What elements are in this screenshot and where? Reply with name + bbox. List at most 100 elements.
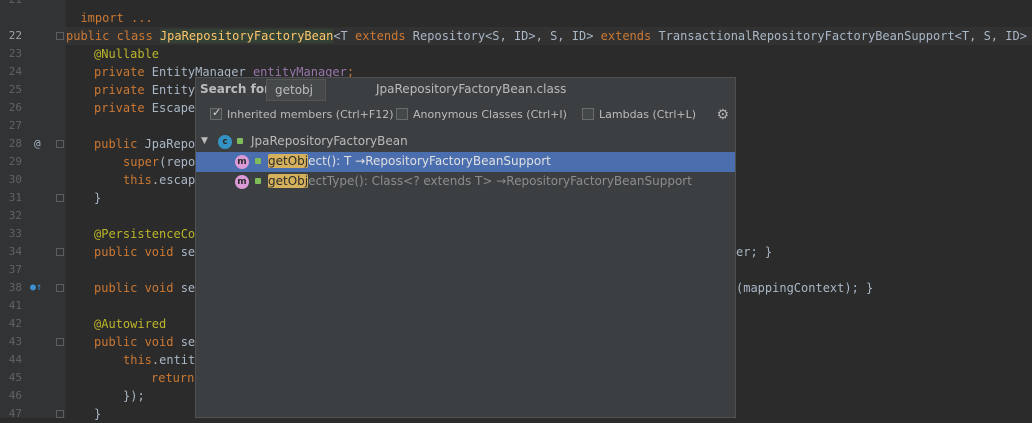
code-line[interactable]: public JpaRepos [94,135,202,153]
keyword: private [94,83,145,97]
annotation: @Autowired [94,317,167,331]
method-icon: m [235,155,249,169]
tree-class-node[interactable]: ▼ c JpaRepositoryFactoryBean [196,132,735,152]
code-text: Escape( [144,101,203,115]
fold-toggle-icon[interactable] [56,140,64,148]
at-annotation-icon[interactable]: @ [34,135,41,153]
code-text: JpaRepos [137,137,203,151]
class-icon: c [218,135,232,149]
method-signature: ect(): T →RepositoryFactoryBeanSupport [308,154,551,168]
line-number: 29 [8,155,22,168]
line-number: 47 [8,407,22,420]
code-line[interactable]: this.entity [123,351,202,369]
line-number: 28 [8,137,22,150]
code-line-tail[interactable]: (mappingContext); } [736,279,873,297]
keyword: public class [66,29,160,43]
method-signature: ectType(): Class<? extends T> →Repositor… [308,174,692,188]
line-number: 45 [8,371,22,384]
keyword: private [94,65,145,79]
option-label: Lambdas (Ctrl+L) [599,108,697,121]
line-number: 31 [8,191,22,204]
code-text: TransactionalRepositoryFactoryBeanSuppor… [651,29,1032,43]
override-marker-icon[interactable]: ●↑ [30,279,42,297]
search-label: Search for: [200,82,275,96]
keyword: this [123,353,152,367]
fold-toggle-icon[interactable] [56,248,64,256]
annotation: @Nullable [94,47,160,61]
fold-toggle-icon[interactable] [56,194,64,202]
keyword: public void [94,245,174,259]
code-line[interactable]: }); [123,387,145,405]
method-label: getObject(): T →RepositoryFactoryBeanSup… [268,154,551,168]
code-line[interactable]: import ... [66,0,152,25]
public-access-icon [255,158,261,164]
code-line[interactable]: } [94,405,101,423]
import-fold[interactable]: import ... [80,11,152,25]
fold-toggle-icon[interactable] [56,410,64,418]
checkbox-checked-icon[interactable] [210,106,222,120]
code-line[interactable]: super(repos [123,153,202,171]
search-match-highlight: getObj [268,174,309,188]
lambdas-checkbox[interactable]: Lambdas (Ctrl+L) [582,108,696,121]
keyword: this [123,173,152,187]
line-number: 32 [8,209,22,222]
inherited-members-checkbox[interactable]: Inherited members (Ctrl+F12) [210,106,394,121]
code-line[interactable]: public class JpaRepositoryFactoryBean<T … [66,27,1032,45]
line-number: 30 [8,173,22,186]
option-label: Anonymous Classes (Ctrl+I) [413,108,567,121]
line-number: 24 [8,65,22,78]
keyword: public void [94,281,174,295]
editor-gutter: 21 22 23 24 25 26 27 28 29 30 31 32 33 3… [0,0,66,420]
checkbox-icon[interactable] [582,108,594,120]
line-number: 33 [8,227,22,240]
line-number: 34 [8,245,22,258]
keyword: public [94,137,138,151]
tree-method-item[interactable]: m getObject(): T →RepositoryFactoryBeanS… [196,152,735,172]
line-number: 37 [8,263,22,276]
expand-triangle-icon[interactable]: ▼ [201,136,208,146]
keyword: public void [94,335,174,349]
code-line[interactable]: } [94,189,101,207]
public-access-icon [255,178,261,184]
line-number: 23 [8,47,22,60]
code-line[interactable]: public void set [94,333,202,351]
checkbox-icon[interactable] [396,108,408,120]
line-number: 44 [8,353,22,366]
file-structure-popup[interactable]: Search for: getobj JpaRepositoryFactoryB… [195,77,736,418]
code-text: EntityF [144,83,203,97]
search-input[interactable]: getobj [266,79,326,101]
line-number: 22 [8,29,22,42]
code-line[interactable]: private EntityF [94,81,202,99]
line-number: 27 [8,119,22,132]
code-line[interactable]: public void set [94,243,202,261]
class-name-label: JpaRepositoryFactoryBean [251,134,408,148]
method-label: getObjectType(): Class<? extends T> →Rep… [268,174,692,188]
keyword: extends [355,29,406,43]
line-number: 43 [8,335,22,348]
code-line[interactable]: this.escape [123,171,202,189]
code-line[interactable]: private Escape( [94,99,202,117]
code-text: (mappingContext); } [736,281,874,295]
filter-options: Inherited members (Ctrl+F12) Anonymous C… [196,105,735,127]
fold-toggle-icon[interactable] [56,284,64,292]
line-number: 42 [8,317,22,330]
tree-method-item[interactable]: m getObjectType(): Class<? extends T> →R… [196,172,735,192]
line-number: 25 [8,83,22,96]
code-line[interactable]: public void set [94,279,202,297]
line-number: 38 [8,281,22,294]
fold-toggle-icon[interactable] [56,32,64,40]
line-number: 41 [8,299,22,312]
keyword: super [123,155,160,169]
gear-icon[interactable]: ⚙ [716,107,729,123]
popup-header: Search for: getobj JpaRepositoryFactoryB… [196,78,735,102]
code-line[interactable]: return [151,369,194,387]
option-label: Inherited members (Ctrl+F12) [227,108,394,121]
anonymous-classes-checkbox[interactable]: Anonymous Classes (Ctrl+I) [396,108,567,121]
code-line-tail[interactable]: er; } [736,243,772,261]
keyword: extends [600,29,652,43]
line-number: 26 [8,101,22,114]
line-number: 46 [8,389,22,402]
fold-toggle-icon[interactable] [56,338,64,346]
public-access-icon [237,138,243,144]
code-text: Repository<S, ID>, S, ID> [405,29,601,43]
